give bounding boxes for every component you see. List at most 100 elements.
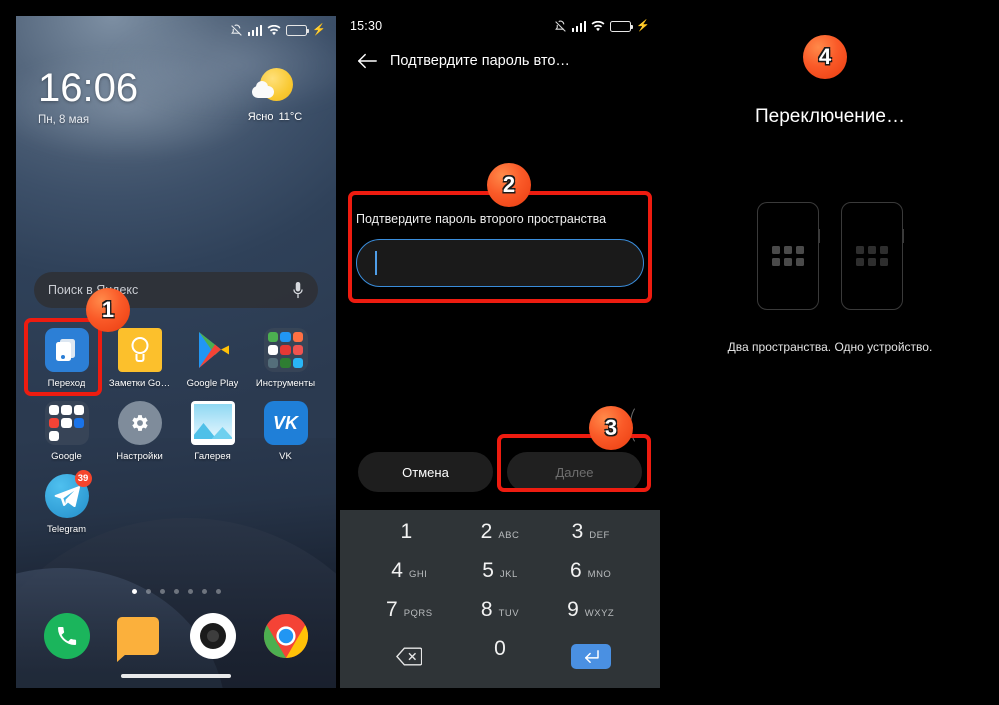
- mute-icon: [554, 20, 567, 33]
- weather-temperature: 11°C: [278, 111, 303, 123]
- key-number: 3: [571, 520, 584, 543]
- search-placeholder: Поиск в Яндекс: [48, 283, 139, 297]
- app-vk[interactable]: VK VK: [249, 401, 322, 462]
- key-letters: WXYZ: [584, 608, 615, 619]
- app-telegram[interactable]: 39 Telegram: [30, 470, 103, 535]
- app-label: Переход: [47, 378, 86, 389]
- bolt-icon: ⚡: [636, 19, 650, 32]
- signal-icon: [247, 24, 263, 36]
- switching-screen-panel: Переключение… Два пространства. Одно уст…: [664, 12, 996, 688]
- home-status-bar: ⚡: [16, 16, 336, 44]
- key-0[interactable]: 0: [455, 637, 546, 676]
- app-label: Настройки: [116, 451, 163, 462]
- wifi-icon: [591, 20, 605, 32]
- page-dot[interactable]: [145, 589, 151, 594]
- sun-cloud-icon: [252, 68, 298, 108]
- next-button[interactable]: Далее: [507, 452, 642, 492]
- google-folder-icon: [44, 401, 89, 445]
- decorative-arc: [630, 404, 652, 446]
- key-number: 4: [391, 559, 403, 582]
- battery-icon: [610, 20, 634, 32]
- password-status-bar: 15:30 ⚡: [340, 12, 660, 40]
- numeric-keypad: 1 2 ABC 3 DEF 4 GHI 5 JKL 6 MNO 7 PQRS 8 TUV 9W…: [340, 510, 660, 688]
- bolt-icon: ⚡: [312, 23, 326, 36]
- page-dot[interactable]: [201, 589, 207, 594]
- annotation-badge-1: 1: [86, 288, 130, 332]
- app-label: Telegram: [46, 524, 87, 535]
- key-letters: DEF: [589, 530, 610, 541]
- app-label: VK: [279, 451, 292, 462]
- app-dots-grid: [772, 246, 804, 266]
- backspace-icon[interactable]: [364, 637, 455, 676]
- phone-icon[interactable]: [43, 613, 90, 659]
- settings-icon: [117, 401, 162, 445]
- camera-icon[interactable]: [189, 613, 236, 659]
- app-label: Галерея: [194, 451, 231, 462]
- chrome-icon[interactable]: [263, 613, 309, 659]
- password-input[interactable]: [356, 239, 644, 287]
- key-6[interactable]: 6 MNO: [545, 559, 636, 598]
- key-number: 5: [482, 559, 494, 582]
- key-1[interactable]: 1: [364, 520, 455, 559]
- messages-icon[interactable]: [116, 613, 163, 662]
- key-letters: PQRS: [403, 608, 433, 619]
- app-label: Google: [51, 451, 82, 462]
- switching-caption: Два пространства. Одно устройство.: [727, 340, 933, 354]
- page-dot[interactable]: [187, 589, 193, 594]
- clock-widget[interactable]: 16:06 Пн, 8 мая: [38, 68, 138, 126]
- password-field-block: Подтвердите пароль второго пространства: [356, 212, 644, 287]
- status-right: ⚡: [554, 20, 650, 33]
- cancel-button[interactable]: Отмена: [358, 452, 493, 492]
- key-7[interactable]: 7 PQRS: [364, 598, 455, 637]
- page-dot[interactable]: [173, 589, 179, 594]
- page-dot[interactable]: [159, 589, 165, 594]
- folder-google[interactable]: Google: [30, 401, 103, 462]
- key-5[interactable]: 5 JKL: [455, 559, 546, 598]
- key-3[interactable]: 3 DEF: [545, 520, 636, 559]
- key-number: 9: [567, 598, 579, 621]
- app-dots-grid: [856, 246, 888, 266]
- app-grid: Переход Заметки Go… Google Play Google И…: [30, 328, 322, 535]
- annotation-badge-2: 2: [487, 163, 531, 207]
- google-keep-icon: [117, 328, 162, 372]
- annotation-badge-3: 3: [589, 406, 633, 450]
- status-right: ⚡: [230, 24, 326, 37]
- second-space-icon: [44, 328, 89, 372]
- phone-outline-right: [841, 202, 904, 310]
- home-screen-panel: ⚡ 16:06 Пн, 8 мая Ясно 11°C Поиск в Яндек…: [16, 16, 336, 688]
- vk-icon: VK: [263, 401, 308, 445]
- navigation-bar-handle[interactable]: [121, 674, 231, 678]
- key-9[interactable]: 9 WXYZ: [545, 598, 636, 637]
- key-8[interactable]: 8 TUV: [455, 598, 546, 637]
- key-number: 2: [480, 520, 493, 543]
- google-play-icon: [191, 328, 235, 372]
- switching-title: Переключение…: [755, 106, 905, 127]
- weather-widget[interactable]: Ясно 11°C: [232, 68, 318, 123]
- notification-badge: 39: [74, 470, 92, 487]
- app-label: Заметки Go…: [108, 378, 171, 389]
- key-letters: ABC: [498, 530, 520, 541]
- microphone-icon[interactable]: [292, 281, 304, 299]
- search-bar[interactable]: Поиск в Яндекс: [34, 272, 318, 308]
- key-letters: GHI: [408, 569, 428, 580]
- page-dot[interactable]: [215, 589, 221, 594]
- enter-key[interactable]: [545, 637, 636, 676]
- app-keep[interactable]: Заметки Go…: [103, 328, 176, 389]
- wifi-icon: [267, 24, 281, 36]
- page-dot[interactable]: [131, 589, 137, 594]
- key-2[interactable]: 2 ABC: [455, 520, 546, 559]
- weather-text: Ясно 11°C: [232, 111, 318, 123]
- app-settings[interactable]: Настройки: [103, 401, 176, 462]
- app-perehod[interactable]: Переход: [30, 328, 103, 389]
- key-number: 0: [494, 637, 506, 660]
- key-4[interactable]: 4 GHI: [364, 559, 455, 598]
- app-google-play[interactable]: Google Play: [176, 328, 249, 389]
- text-caret: [375, 251, 377, 275]
- page-indicator: [16, 589, 336, 594]
- password-screen-panel: 15:30 ⚡ Подтвердите пароль вто… Подтверд…: [340, 12, 660, 688]
- back-arrow-icon[interactable]: [356, 52, 378, 70]
- app-gallery[interactable]: Галерея: [176, 401, 249, 462]
- telegram-icon: 39: [44, 470, 92, 518]
- folder-tools[interactable]: Инструменты: [249, 328, 322, 389]
- key-letters: MNO: [587, 569, 612, 580]
